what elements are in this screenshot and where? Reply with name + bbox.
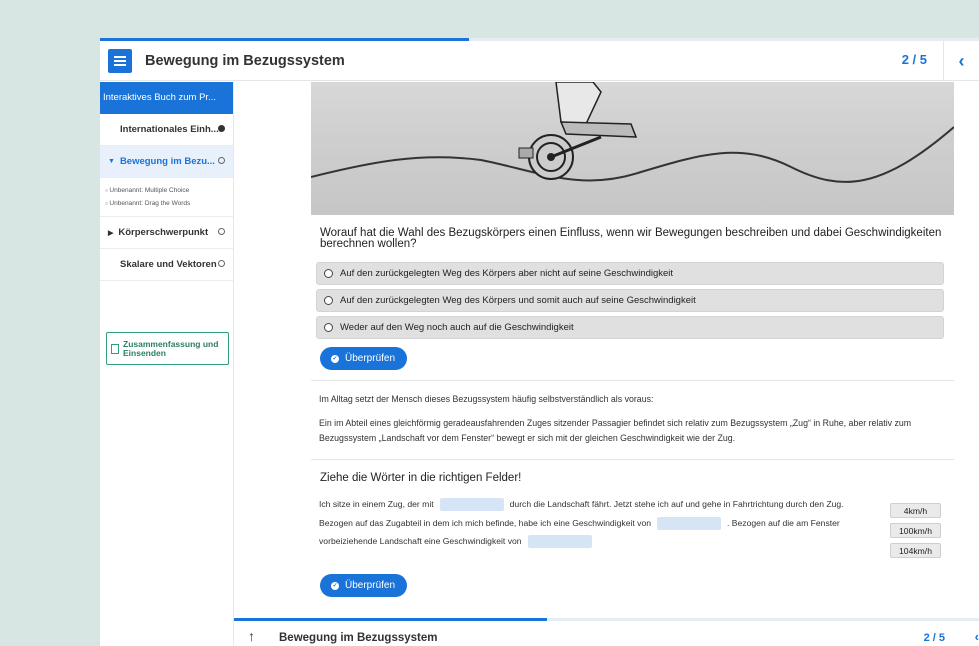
sidebar-subitem[interactable]: Unbenannt: Multiple Choice [105, 184, 233, 197]
draggable-word[interactable]: 100km/h [890, 523, 941, 538]
drop-zone[interactable] [439, 498, 504, 512]
drag-words-text: Ich sitze in einem Zug, der mit durch die… [319, 495, 879, 551]
chevron-left-icon[interactable]: ‹ [975, 629, 979, 644]
drop-zone[interactable] [657, 516, 722, 530]
status-filled-icon [218, 125, 225, 132]
sidebar-item-label: Körperschwerpunkt [118, 227, 209, 238]
sidebar-subitems: Unbenannt: Multiple Choice Unbenannt: Dr… [100, 178, 233, 217]
arrow-up-icon[interactable]: ↑ [248, 628, 255, 644]
drop-zone[interactable] [527, 535, 592, 549]
sidebar-item-label: Skalare und Vektoren [120, 259, 217, 270]
answer-option-label: Weder auf den Weg noch auch auf die Gesc… [340, 322, 574, 333]
example-paragraph: Ein im Abteil eines gleichförmig geradea… [319, 418, 912, 443]
summary-submit-button[interactable]: Zusammenfassung und Einsenden [106, 332, 229, 365]
footer-progress-fill [234, 618, 547, 621]
sidebar: Interaktives Buch zum Pr... Internationa… [100, 82, 234, 646]
interactive-book: Bewegung im Bezugssystem 2 / 5 ‹ Interak… [100, 38, 979, 646]
divider [311, 380, 954, 381]
drag-words-title: Ziehe die Wörter in die richtigen Felder… [320, 472, 522, 484]
check-button[interactable]: ✓ Überprüfen [320, 574, 408, 597]
answer-option-label: Auf den zurückgelegten Weg des Körpers a… [340, 268, 674, 279]
divider [311, 459, 954, 460]
footer-progress-bar [234, 618, 979, 621]
bicycle-pedal-illustration [311, 82, 954, 215]
check-button-label: Überprüfen [345, 580, 396, 591]
status-empty-icon [218, 228, 225, 235]
footer-page-indicator: 2 / 5 [923, 632, 945, 644]
check-circle-icon: ✓ [331, 581, 339, 590]
sidebar-item-label: Internationales Einh... [120, 124, 219, 135]
page-indicator: 2 / 5 [901, 52, 927, 67]
status-empty-icon [218, 260, 225, 267]
intro-paragraph: Im Alltag setzt der Mensch dieses Bezugs… [319, 394, 654, 404]
header-title: Bewegung im Bezugssystem [145, 52, 345, 69]
radio-icon[interactable] [324, 323, 333, 332]
check-circle-icon: ✓ [331, 354, 339, 363]
answer-option[interactable]: Weder auf den Weg noch auch auf die Gesc… [316, 316, 944, 339]
sidebar-item-bewegung[interactable]: ▼ Bewegung im Bezu... [100, 146, 233, 178]
draggable-word[interactable]: 104km/h [890, 543, 941, 558]
summary-label: Zusammenfassung und Einsenden [123, 338, 219, 358]
drag-text-part: Ich sitze in einem Zug, der mit [319, 499, 434, 509]
document-icon [111, 343, 119, 354]
chevron-left-icon[interactable]: ‹ [943, 41, 979, 81]
answer-option[interactable]: Auf den zurückgelegten Weg des Körpers u… [316, 289, 944, 312]
hamburger-menu-icon[interactable] [108, 48, 132, 73]
sidebar-item-internationales[interactable]: Internationales Einh... [100, 114, 233, 146]
sidebar-book-title[interactable]: Interaktives Buch zum Pr... [100, 82, 233, 114]
header: Bewegung im Bezugssystem 2 / 5 ‹ [100, 41, 979, 81]
answer-option-label: Auf den zurückgelegten Weg des Körpers u… [340, 295, 696, 306]
radio-icon[interactable] [324, 269, 333, 278]
sidebar-item-koerperschwerpunkt[interactable]: ▶ Körperschwerpunkt [100, 217, 233, 249]
footer: ↑ Bewegung im Bezugssystem 2 / 5 ‹ [234, 618, 979, 646]
check-button-label: Überprüfen [345, 353, 396, 364]
main-content: Worauf hat die Wahl des Bezugskörpers ei… [234, 82, 979, 622]
sidebar-subitem[interactable]: Unbenannt: Drag the Words [105, 197, 233, 210]
draggable-word[interactable]: 4km/h [890, 503, 941, 518]
caret-right-icon: ▶ [108, 229, 114, 237]
sidebar-item-skalare[interactable]: Skalare und Vektoren [100, 249, 233, 281]
caret-down-icon: ▼ [108, 158, 115, 165]
status-empty-icon [218, 157, 225, 164]
sidebar-item-label: Bewegung im Bezu... [119, 156, 215, 167]
answer-option[interactable]: Auf den zurückgelegten Weg des Körpers a… [316, 262, 944, 285]
radio-icon[interactable] [324, 296, 333, 305]
question-text: Worauf hat die Wahl des Bezugskörpers ei… [320, 227, 942, 250]
footer-title: Bewegung im Bezugssystem [279, 632, 438, 644]
check-button[interactable]: ✓ Überprüfen [320, 347, 408, 370]
